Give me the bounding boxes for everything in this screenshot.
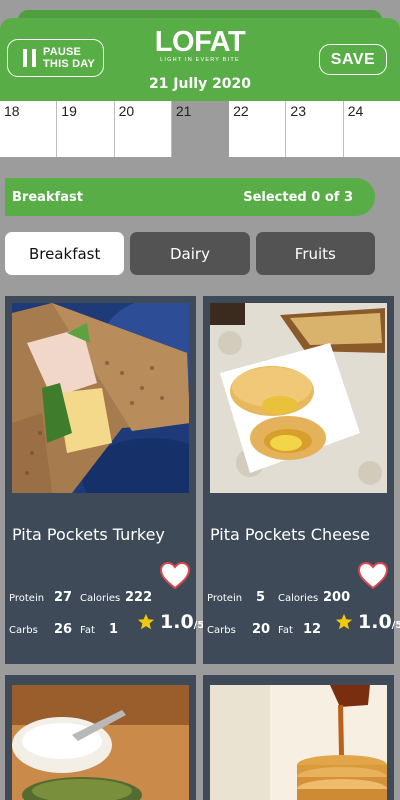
heart-icon[interactable] <box>160 562 190 590</box>
food-photo-pancakes <box>210 685 387 800</box>
day-selector: 18 19 20 21 22 23 24 <box>0 101 400 157</box>
pause-day-button[interactable]: PAUSE THIS DAY <box>7 39 104 77</box>
rating: 1.0 /5 <box>137 611 204 633</box>
carbs-value: 26 <box>54 622 73 637</box>
carbs-label: Carbs <box>207 625 236 636</box>
fat-label: Fat <box>80 625 95 636</box>
tab-dairy[interactable]: Dairy <box>130 232 250 275</box>
calories-label: Calories <box>80 593 121 604</box>
pause-label-line2: THIS DAY <box>43 58 95 70</box>
rating-value: 1.0 <box>358 611 392 633</box>
current-date: 21 Jully 2020 <box>148 76 252 92</box>
calories-value-wrap: 200 <box>323 590 350 605</box>
day-cell[interactable]: 23 <box>286 101 344 157</box>
carbs-value-wrap: 20 <box>252 622 270 637</box>
tab-breakfast[interactable]: Breakfast <box>5 232 125 275</box>
pause-label-line1: PAUSE <box>43 46 82 58</box>
nutrient-protein: Protein <box>9 593 44 604</box>
fat-value: 1 <box>109 622 119 637</box>
logo-text: LOFAT <box>154 26 246 58</box>
protein-value-wrap: 5 <box>256 590 265 605</box>
day-cell[interactable]: 20 <box>114 101 172 157</box>
calories-value: 200 <box>323 590 351 605</box>
rating: 1.0 /5 <box>335 611 400 633</box>
nutrient-calories: Calories <box>278 593 318 604</box>
app-header: PAUSE THIS DAY LOFAT LIGHT IN EVERY BITE… <box>0 18 400 101</box>
lofat-logo: LOFAT LIGHT IN EVERY BITE <box>150 26 250 70</box>
food-photo-yogurt <box>12 685 189 800</box>
heart-icon[interactable] <box>358 562 388 590</box>
fat-value-wrap: 12 <box>303 622 321 637</box>
day-cell[interactable]: 22 <box>229 101 287 157</box>
protein-value-wrap: 27 <box>54 590 72 605</box>
food-photo-pita-turkey <box>12 303 189 493</box>
food-name: Pita Pockets Cheese <box>210 525 370 544</box>
nutrient-carbs: Carbs <box>207 625 236 636</box>
nutrient-fat: Fat <box>80 625 95 636</box>
carbs-value: 20 <box>252 622 271 637</box>
selection-count: Selected 0 of 3 <box>243 189 353 205</box>
nutrient-calories: Calories <box>80 593 120 604</box>
fat-value: 12 <box>303 622 322 637</box>
protein-value: 27 <box>54 590 73 605</box>
food-card[interactable] <box>5 675 196 800</box>
carbs-value-wrap: 26 <box>54 622 72 637</box>
protein-label: Protein <box>207 593 243 604</box>
nutrient-protein: Protein <box>207 593 242 604</box>
nutrient-carbs: Carbs <box>9 625 38 636</box>
category-tabs: Breakfast Dairy Fruits <box>5 232 375 275</box>
day-cell[interactable]: 18 <box>0 101 58 157</box>
day-cell-selected[interactable]: 21 <box>171 101 230 157</box>
star-icon <box>335 613 353 630</box>
day-cell[interactable]: 19 <box>57 101 115 157</box>
protein-value: 5 <box>256 590 266 605</box>
meal-title: Breakfast <box>12 189 83 205</box>
calories-label: Calories <box>278 593 319 604</box>
food-card[interactable] <box>203 675 394 800</box>
star-icon <box>137 613 155 630</box>
pause-icon <box>17 46 41 70</box>
food-card[interactable]: Pita Pockets Cheese Protein 5 Calories 2… <box>203 296 400 664</box>
nutrient-fat: Fat <box>278 625 293 636</box>
fat-label: Fat <box>278 625 293 636</box>
tab-fruits[interactable]: Fruits <box>255 232 375 275</box>
calories-value-wrap: 222 <box>125 590 152 605</box>
food-name: Pita Pockets Turkey <box>12 525 165 544</box>
food-photo-pita-cheese <box>210 303 387 493</box>
rating-max: /5 <box>391 620 400 631</box>
protein-label: Protein <box>9 593 45 604</box>
save-button[interactable]: SAVE <box>319 44 387 75</box>
logo-tagline: LIGHT IN EVERY BITE <box>160 57 240 63</box>
pause-label: PAUSE THIS DAY <box>43 46 95 70</box>
food-card[interactable]: Pita Pockets Turkey Protein 27 Calories … <box>5 296 204 664</box>
rating-value: 1.0 <box>160 611 194 633</box>
day-cell[interactable]: 24 <box>343 101 400 157</box>
fat-value-wrap: 1 <box>109 622 118 637</box>
carbs-label: Carbs <box>9 625 38 636</box>
calories-value: 222 <box>125 590 153 605</box>
meal-selection-bar: Breakfast Selected 0 of 3 <box>5 178 375 216</box>
